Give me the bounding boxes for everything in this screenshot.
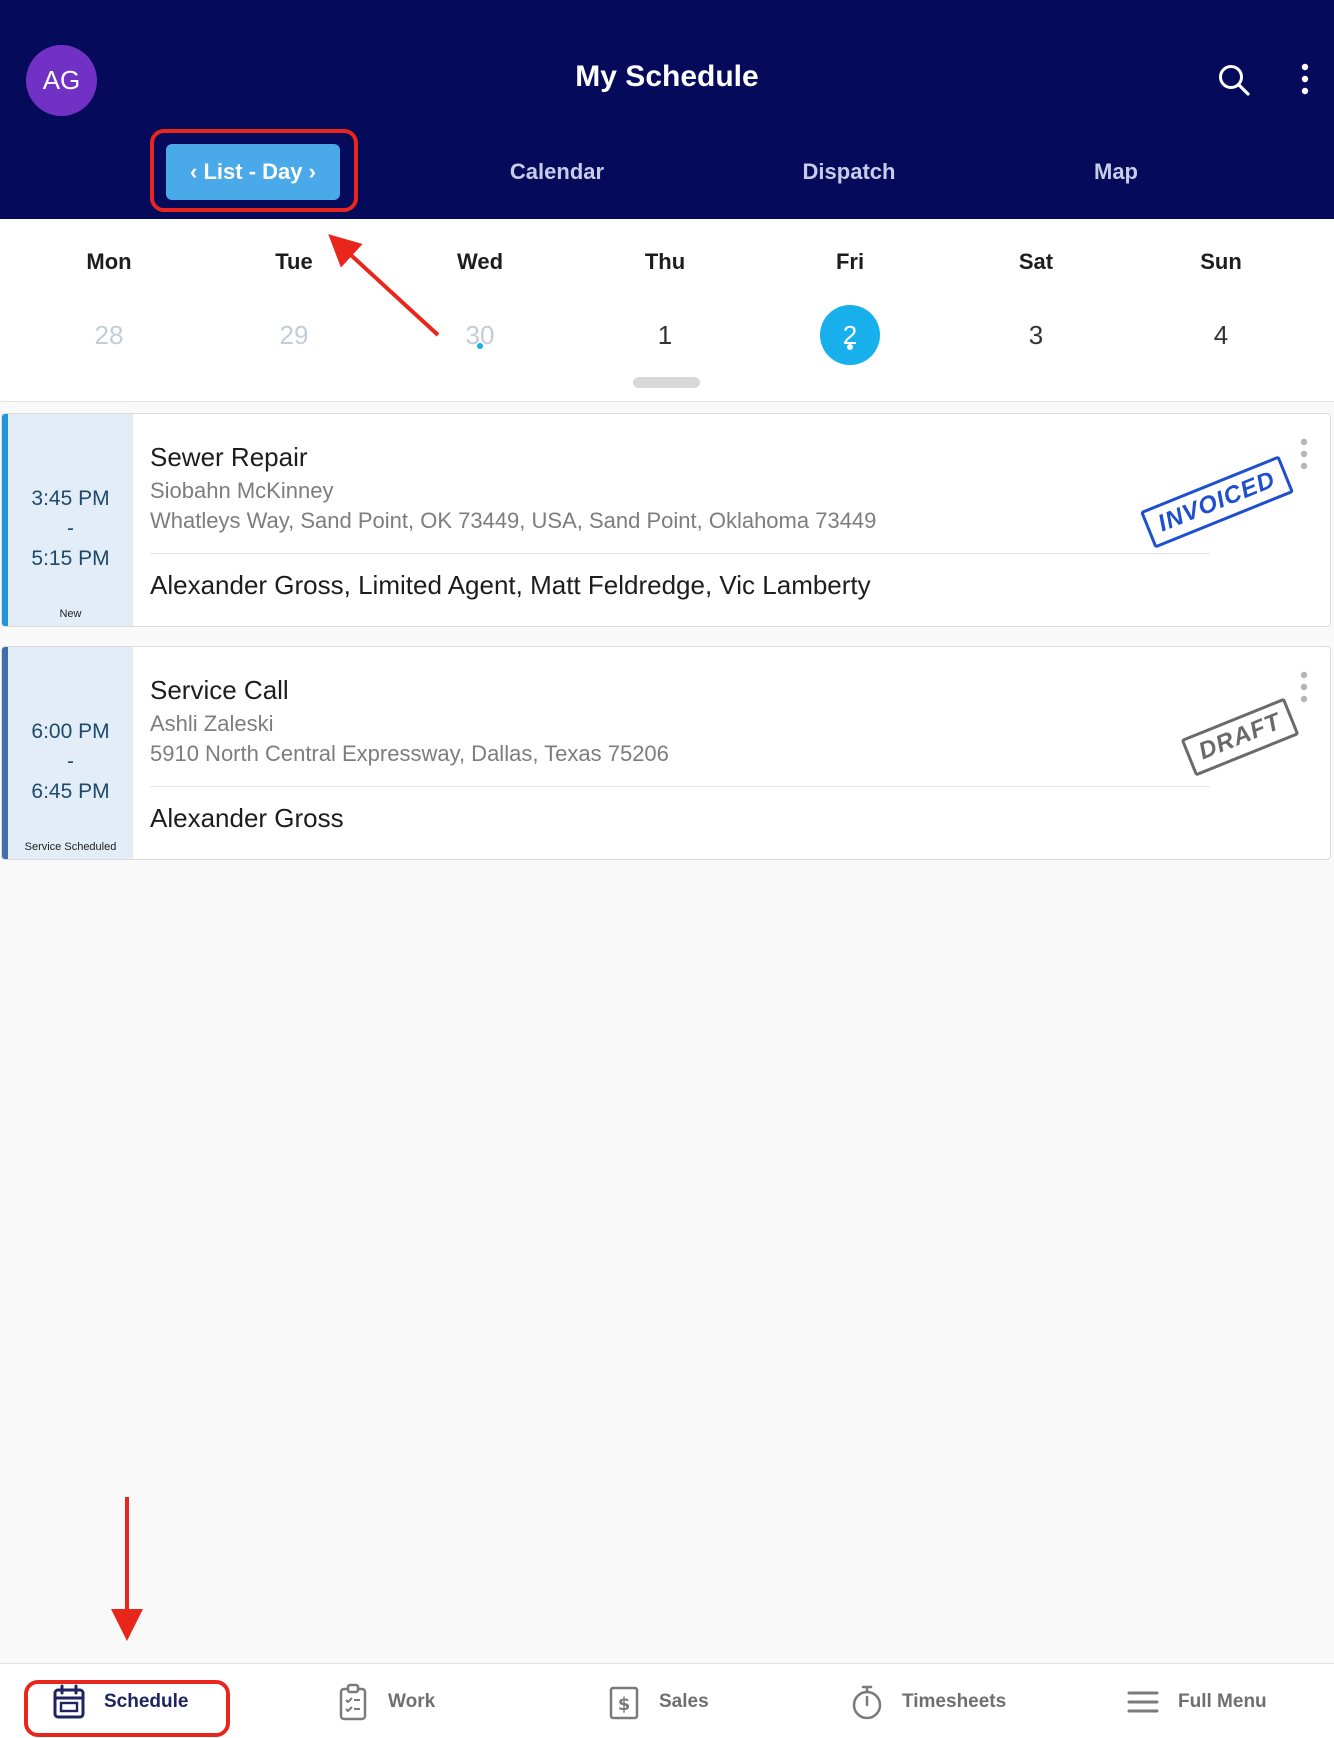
day-name: Mon bbox=[86, 249, 132, 274]
job-title: Service Call bbox=[150, 675, 289, 705]
event-dot bbox=[847, 344, 853, 350]
nav-full-menu[interactable]: Full Menu bbox=[1126, 1664, 1267, 1738]
day-name: Sat bbox=[1018, 249, 1054, 274]
assigned-techs: Alexander Gross, Limited Agent, Matt Fel… bbox=[150, 570, 871, 600]
customer-name: Ashli Zaleski bbox=[150, 711, 274, 736]
day-name: Fri bbox=[835, 249, 865, 274]
draft-stamp: DRAFT bbox=[1180, 697, 1300, 777]
more-vertical-icon[interactable] bbox=[1295, 62, 1315, 96]
job-card[interactable]: 6:00 PM - 6:45 PM Service Scheduled Serv… bbox=[1, 646, 1331, 860]
day-name: Tue bbox=[275, 249, 313, 274]
job-status: Service Scheduled bbox=[24, 841, 117, 853]
nav-label: Work bbox=[388, 1690, 436, 1712]
nav-sales[interactable]: $ Sales bbox=[607, 1664, 709, 1738]
job-address: 5910 North Central Expressway, Dallas, T… bbox=[150, 741, 669, 766]
end-time: 6:45 PM bbox=[31, 780, 110, 803]
nav-timesheets[interactable]: Timesheets bbox=[850, 1664, 1006, 1738]
start-time: 6:00 PM bbox=[31, 720, 110, 743]
week-strip: Mon 28 Tue 29 Wed 30 Thu 1 Fri 2 Sat 3 S… bbox=[0, 219, 1334, 402]
day-number[interactable]: 4 bbox=[1191, 305, 1251, 365]
end-time: 5:15 PM bbox=[31, 547, 110, 570]
assigned-techs: Alexander Gross bbox=[150, 803, 344, 833]
annotation-highlight-nav bbox=[24, 1680, 230, 1737]
clipboard-icon bbox=[339, 1683, 367, 1720]
divider bbox=[150, 553, 1210, 554]
divider bbox=[150, 786, 1210, 787]
job-card[interactable]: 3:45 PM - 5:15 PM New Sewer Repair Sioba… bbox=[1, 413, 1331, 627]
time-block: 6:00 PM - 6:45 PM Service Scheduled bbox=[2, 647, 133, 859]
nav-work[interactable]: Work bbox=[336, 1664, 435, 1738]
search-icon[interactable] bbox=[1217, 63, 1251, 97]
event-dot bbox=[477, 343, 483, 349]
svg-text:$: $ bbox=[618, 1694, 631, 1715]
day-name: Sun bbox=[1200, 249, 1242, 274]
customer-name: Siobahn McKinney bbox=[150, 478, 334, 503]
day-number[interactable]: 30 bbox=[450, 305, 510, 365]
dollar-icon: $ bbox=[609, 1686, 639, 1719]
page-title: My Schedule bbox=[575, 60, 759, 93]
start-time: 3:45 PM bbox=[31, 487, 110, 510]
day-number[interactable]: 1 bbox=[635, 305, 695, 365]
tab-calendar[interactable]: Calendar bbox=[480, 144, 634, 200]
day-name: Wed bbox=[456, 249, 504, 274]
day-number-selected[interactable]: 2 bbox=[820, 305, 880, 365]
tab-dispatch[interactable]: Dispatch bbox=[770, 144, 928, 200]
invoiced-stamp: INVOICED bbox=[1139, 455, 1295, 549]
day-number[interactable]: 3 bbox=[1006, 305, 1066, 365]
time-separator: - bbox=[67, 517, 74, 540]
nav-label: Full Menu bbox=[1178, 1690, 1267, 1712]
annotation-highlight-tab bbox=[150, 129, 358, 212]
nav-label: Timesheets bbox=[902, 1690, 1007, 1712]
time-separator: - bbox=[67, 750, 74, 773]
tab-map[interactable]: Map bbox=[1060, 144, 1172, 200]
day-number[interactable]: 28 bbox=[79, 305, 139, 365]
job-status: New bbox=[59, 608, 82, 620]
hamburger-menu-icon bbox=[1127, 1691, 1159, 1712]
job-address: Whatleys Way, Sand Point, OK 73449, USA,… bbox=[150, 508, 877, 533]
day-name: Thu bbox=[644, 249, 686, 274]
drag-handle[interactable] bbox=[633, 377, 700, 388]
stopwatch-icon bbox=[852, 1685, 882, 1719]
card-more-icon[interactable] bbox=[1294, 669, 1314, 705]
time-block: 3:45 PM - 5:15 PM New bbox=[2, 414, 133, 626]
card-more-icon[interactable] bbox=[1294, 436, 1314, 472]
nav-label: Sales bbox=[659, 1690, 709, 1712]
job-title: Sewer Repair bbox=[150, 442, 308, 472]
day-number[interactable]: 29 bbox=[264, 305, 324, 365]
